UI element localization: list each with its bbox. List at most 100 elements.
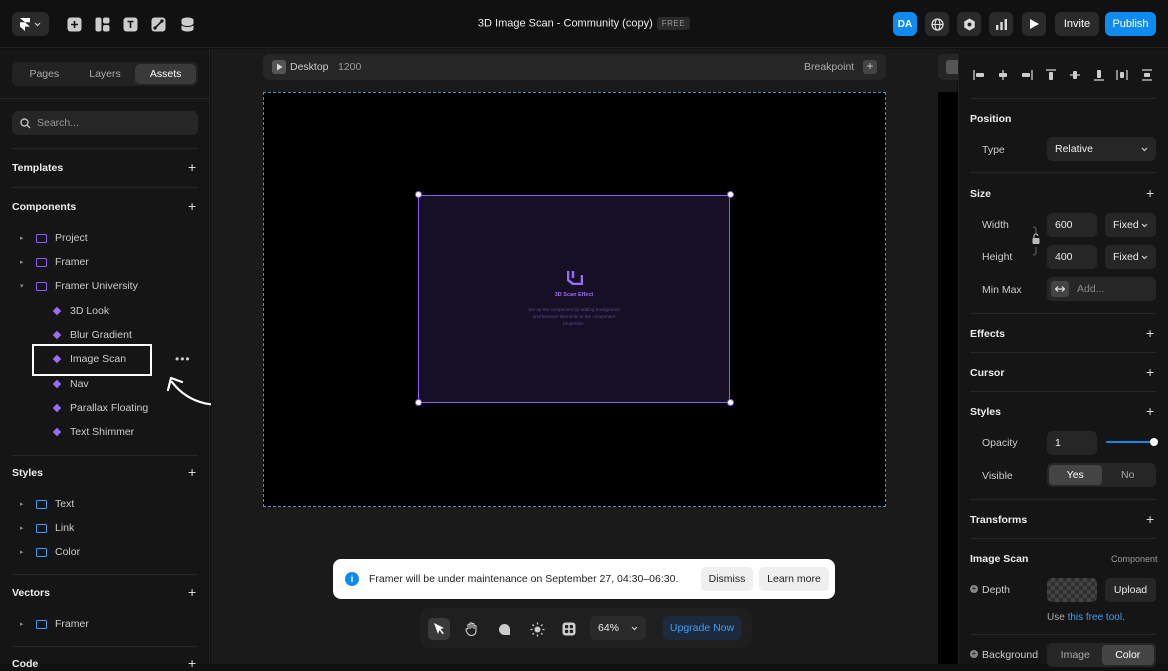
style-folder[interactable]: ▸ Link bbox=[20, 518, 74, 538]
folder-framer-university[interactable]: ▾ Framer University bbox=[20, 276, 138, 296]
hand-tool-icon[interactable] bbox=[460, 618, 482, 640]
invite-button[interactable]: Invite bbox=[1055, 12, 1099, 36]
secondary-frame[interactable] bbox=[938, 92, 958, 664]
component-item[interactable]: Text Shimmer bbox=[52, 422, 134, 442]
image-scan-component[interactable]: 3D Scan Effect Set up the component by a… bbox=[418, 195, 730, 403]
component-item[interactable]: Parallax Floating bbox=[52, 398, 148, 418]
component-label: Text Shimmer bbox=[70, 426, 135, 438]
min-max-label: Min Max bbox=[982, 284, 1022, 296]
component-label: Blur Gradient bbox=[70, 329, 132, 341]
add-vector-button[interactable]: + bbox=[188, 585, 196, 599]
divider bbox=[0, 98, 210, 99]
width-mode-select[interactable]: Fixed bbox=[1105, 213, 1156, 237]
analytics-icon[interactable] bbox=[989, 12, 1013, 36]
folder-framer[interactable]: ▸ Framer bbox=[20, 252, 89, 272]
tab-layers[interactable]: Layers bbox=[75, 64, 136, 84]
opacity-slider[interactable] bbox=[1106, 438, 1158, 446]
height-mode-select[interactable]: Fixed bbox=[1105, 245, 1156, 269]
height-input[interactable]: 400 bbox=[1047, 245, 1097, 269]
resize-handle[interactable] bbox=[727, 399, 734, 406]
theme-sun-icon[interactable] bbox=[526, 618, 548, 640]
position-heading: Position bbox=[970, 113, 1012, 125]
align-middle-icon[interactable] bbox=[1068, 68, 1082, 82]
free-tool-link[interactable]: this free tool bbox=[1068, 612, 1122, 623]
align-left-icon[interactable] bbox=[972, 68, 986, 82]
add-transform-button[interactable]: + bbox=[1146, 512, 1154, 526]
add-size-button[interactable]: + bbox=[1146, 186, 1154, 200]
resize-handle[interactable] bbox=[415, 399, 422, 406]
add-effect-button[interactable]: + bbox=[1146, 326, 1154, 340]
user-avatar[interactable]: DA bbox=[893, 12, 917, 36]
visible-yes-option[interactable]: Yes bbox=[1049, 465, 1102, 485]
preview-play-icon[interactable] bbox=[1022, 12, 1046, 36]
align-center-horizontal-icon[interactable] bbox=[996, 68, 1010, 82]
preview-frame-icon[interactable] bbox=[272, 60, 286, 74]
settings-icon[interactable] bbox=[957, 12, 981, 36]
tab-pages[interactable]: Pages bbox=[14, 64, 75, 84]
component-title: 3D Scan Effect bbox=[554, 292, 594, 298]
add-cursor-button[interactable]: + bbox=[1146, 365, 1154, 379]
size-heading: Size bbox=[970, 188, 992, 200]
upgrade-now-button[interactable]: Upgrade Now bbox=[663, 616, 741, 640]
component-label: Nav bbox=[70, 378, 89, 390]
visible-no-option[interactable]: No bbox=[1102, 465, 1155, 485]
add-component-button[interactable]: + bbox=[188, 199, 196, 213]
min-max-field[interactable]: Add... bbox=[1047, 277, 1156, 301]
component-item[interactable]: 3D Look bbox=[52, 301, 109, 321]
style-folder[interactable]: ▸ Color bbox=[20, 542, 80, 562]
search-field[interactable] bbox=[12, 111, 198, 135]
add-style-button[interactable]: + bbox=[188, 465, 196, 479]
bg-color-option[interactable]: Color bbox=[1101, 645, 1154, 665]
search-input[interactable] bbox=[37, 117, 187, 129]
plugins-icon[interactable] bbox=[558, 618, 580, 640]
learn-more-button[interactable]: Learn more bbox=[759, 567, 829, 591]
globe-icon[interactable] bbox=[925, 12, 949, 36]
styles-heading: Styles bbox=[970, 406, 1001, 418]
add-style-button[interactable]: + bbox=[1146, 404, 1154, 418]
folder-label: Link bbox=[55, 522, 75, 534]
distribute-vertical-icon[interactable] bbox=[1140, 68, 1154, 82]
align-top-icon[interactable] bbox=[1044, 68, 1058, 82]
component-item[interactable]: Blur Gradient bbox=[52, 325, 132, 345]
publish-button[interactable]: Publish bbox=[1105, 12, 1156, 36]
resize-handle[interactable] bbox=[415, 191, 422, 198]
comment-tool-icon[interactable] bbox=[493, 618, 515, 640]
bg-image-option[interactable]: Image bbox=[1049, 645, 1102, 665]
distribute-horizontal-icon[interactable] bbox=[1115, 68, 1129, 82]
position-type-select[interactable]: Relative bbox=[1047, 137, 1156, 161]
secondary-frame-header[interactable] bbox=[938, 54, 958, 80]
divider bbox=[970, 538, 1156, 539]
frame-header[interactable]: Desktop 1200 Breakpoint + bbox=[263, 54, 886, 80]
component-label: Parallax Floating bbox=[70, 402, 149, 414]
add-prop-icon[interactable]: + bbox=[970, 650, 978, 658]
styles-heading: Styles bbox=[12, 467, 43, 479]
opacity-input[interactable]: 1 bbox=[1047, 431, 1097, 455]
opacity-slider-thumb[interactable] bbox=[1150, 438, 1158, 446]
min-max-placeholder: Add... bbox=[1077, 283, 1105, 295]
resize-handle[interactable] bbox=[727, 191, 734, 198]
add-breakpoint-button[interactable]: + bbox=[863, 60, 877, 74]
preview-frame-icon[interactable] bbox=[946, 60, 958, 74]
width-mode-value: Fixed bbox=[1113, 219, 1139, 231]
dismiss-button[interactable]: Dismiss bbox=[701, 567, 753, 591]
plan-badge: FREE bbox=[656, 17, 691, 30]
upload-button[interactable]: Upload bbox=[1105, 578, 1156, 602]
select-tool-icon[interactable] bbox=[428, 618, 450, 640]
folder-icon bbox=[36, 257, 47, 267]
align-right-icon[interactable] bbox=[1020, 68, 1034, 82]
width-input[interactable]: 600 bbox=[1047, 213, 1097, 237]
tab-assets[interactable]: Assets bbox=[135, 64, 197, 84]
depth-image-preview[interactable] bbox=[1047, 578, 1097, 602]
zoom-select[interactable]: 64% bbox=[590, 616, 646, 640]
add-template-button[interactable]: + bbox=[188, 160, 196, 174]
vector-folder[interactable]: ▸ Framer bbox=[20, 614, 89, 634]
aspect-lock-icon[interactable] bbox=[1030, 226, 1042, 256]
folder-project[interactable]: ▸ Project bbox=[20, 228, 88, 248]
caret-right-icon: ▸ bbox=[20, 621, 24, 628]
component-item[interactable]: Nav bbox=[52, 374, 89, 394]
add-prop-icon[interactable]: + bbox=[970, 585, 978, 593]
more-options-icon[interactable]: ••• bbox=[175, 352, 191, 366]
add-code-button[interactable]: + bbox=[188, 656, 196, 670]
align-bottom-icon[interactable] bbox=[1092, 68, 1106, 82]
style-folder[interactable]: ▸ Text bbox=[20, 494, 74, 514]
